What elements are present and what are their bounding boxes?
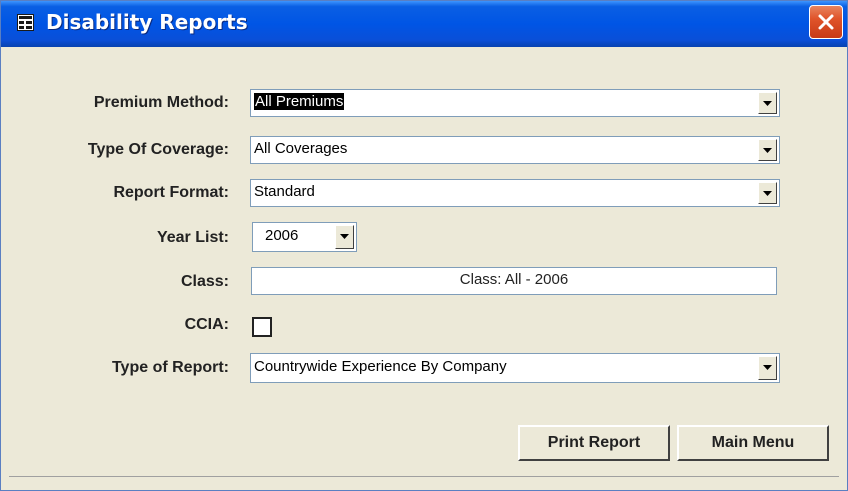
chevron-down-icon: [763, 191, 772, 196]
premium-method-value: All Premiums: [254, 93, 345, 110]
type-of-coverage-label: Type Of Coverage:: [87, 141, 229, 158]
type-of-report-combo[interactable]: Countrywide Experience By Company: [250, 353, 780, 383]
close-button[interactable]: [809, 5, 843, 39]
year-list-label: Year List:: [156, 229, 229, 246]
premium-method-dropdown-button[interactable]: [758, 92, 777, 114]
disability-reports-window: Disability Reports Premium Method: All P…: [0, 0, 848, 491]
type-of-report-dropdown-button[interactable]: [758, 356, 777, 380]
type-of-coverage-value: All Coverages: [254, 140, 348, 157]
type-of-report-label: Type of Report:: [111, 359, 229, 376]
title-bar[interactable]: Disability Reports: [1, 1, 847, 47]
year-list-value: 2006: [265, 227, 299, 244]
year-list-combo[interactable]: 2006: [252, 222, 357, 252]
form-icon: [17, 14, 34, 31]
class-value: Class: All - 2006: [459, 271, 569, 288]
chevron-down-icon: [763, 148, 772, 153]
report-format-dropdown-button[interactable]: [758, 182, 777, 204]
type-of-coverage-dropdown-button[interactable]: [758, 139, 777, 161]
chevron-down-icon: [763, 101, 772, 106]
report-format-combo[interactable]: Standard: [250, 179, 780, 207]
main-menu-button[interactable]: Main Menu: [677, 425, 829, 461]
report-format-label: Report Format:: [113, 184, 229, 201]
chevron-down-icon: [340, 234, 349, 239]
type-of-report-value: Countrywide Experience By Company: [254, 358, 507, 375]
class-field: Class: All - 2006: [251, 267, 777, 295]
type-of-coverage-combo[interactable]: All Coverages: [250, 136, 780, 164]
ccia-label: CCIA:: [184, 316, 229, 333]
print-report-button[interactable]: Print Report: [518, 425, 670, 461]
premium-method-combo[interactable]: All Premiums: [250, 89, 780, 117]
window-title: Disability Reports: [46, 10, 248, 34]
year-list-dropdown-button[interactable]: [335, 225, 354, 249]
class-label: Class:: [180, 273, 229, 290]
premium-method-label: Premium Method:: [93, 94, 229, 111]
report-format-value: Standard: [254, 183, 315, 200]
ccia-checkbox[interactable]: [252, 317, 272, 337]
chevron-down-icon: [763, 365, 772, 370]
form-body: Premium Method: All Premiums Type Of Cov…: [9, 47, 839, 477]
close-icon: [818, 14, 834, 30]
